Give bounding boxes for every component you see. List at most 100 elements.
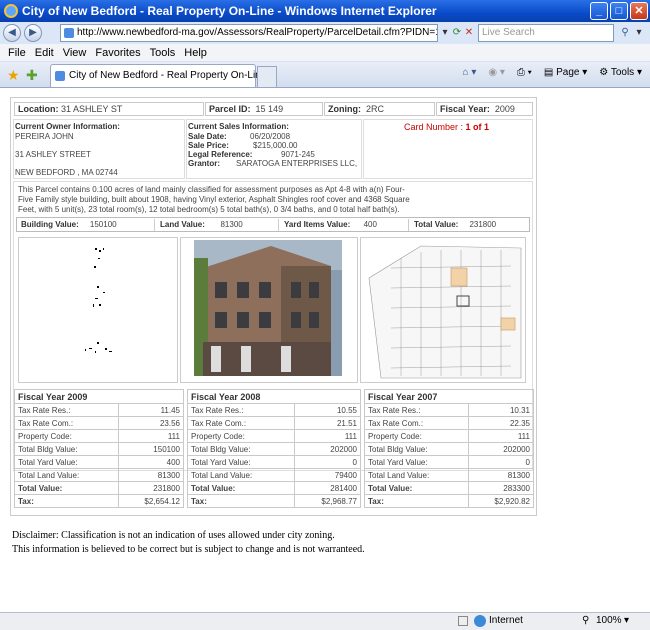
row-value: 111 [468, 429, 534, 443]
zoning-label: Zoning: [328, 104, 361, 114]
search-icon[interactable]: ⚲ [618, 25, 632, 41]
forward-button[interactable]: ▶ [24, 24, 42, 42]
row-value: 283300 [468, 481, 534, 495]
tab-bar: ★ ✚ City of New Bedford - Real Property … [0, 62, 650, 88]
security-icon [458, 616, 468, 626]
zoom-level[interactable]: 100% [596, 615, 622, 626]
address-input[interactable]: http://www.newbedford-ma.gov/Assessors/R… [60, 24, 438, 42]
row-value: 0 [468, 455, 534, 469]
disclaimer-line-1: Disclaimer: Classification is not an ind… [12, 530, 335, 541]
row-value: $2,654.12 [118, 494, 184, 508]
row-value: 22.35 [468, 416, 534, 430]
row-label: Tax Rate Res.: [13, 403, 120, 417]
search-input[interactable]: Live Search [478, 24, 614, 42]
feeds-icon[interactable]: ◉ ▾ [488, 67, 505, 78]
print-icon[interactable]: ⎙ ▾ [517, 67, 532, 78]
close-button[interactable]: ✕ [630, 2, 648, 20]
zoom-dropdown-icon[interactable]: ▾ [624, 615, 629, 626]
card-number-value: 1 of 1 [465, 122, 490, 132]
building-value-cell: Building Value: 150100 [18, 219, 155, 231]
location-label: Location: [18, 104, 59, 114]
menu-bar: File Edit View Favorites Tools Help [0, 44, 650, 62]
row-value: 231800 [118, 481, 184, 495]
maximize-button[interactable]: □ [610, 2, 628, 20]
menu-file[interactable]: File [8, 47, 26, 59]
row-label: Total Land Value: [13, 468, 120, 482]
parcel-map-icon [361, 238, 525, 382]
description-line-1: This Parcel contains 0.100 acres of land… [18, 185, 405, 194]
menu-help[interactable]: Help [184, 47, 207, 59]
stop-icon[interactable]: ✕ [462, 25, 476, 41]
page-menu[interactable]: ▤ Page ▾ [544, 67, 587, 78]
property-photo[interactable] [180, 237, 358, 383]
row-value: 21.51 [293, 416, 361, 430]
menu-view[interactable]: View [63, 47, 87, 59]
owner-city: NEW BEDFORD , MA 02744 [15, 168, 118, 177]
zoning-cell: Zoning: 2RC [324, 102, 435, 116]
row-label: Total Bldg Value: [13, 442, 120, 456]
location-cell: Location: 31 ASHLEY ST [14, 102, 204, 116]
fiscal-year-label: Fiscal Year: [440, 104, 490, 114]
row-value: 79400 [293, 468, 361, 482]
row-label: Total Value: [363, 481, 470, 495]
fiscal-year-table-2007: Fiscal Year 2007 Tax Rate Res.: 10.31 Tax… [363, 389, 534, 508]
window-title: City of New Bedford - Real Property On-L… [22, 4, 437, 18]
menu-edit[interactable]: Edit [35, 47, 54, 59]
globe-icon [474, 615, 486, 627]
row-label: Tax Rate Com.: [13, 416, 120, 430]
menu-tools[interactable]: Tools [150, 47, 176, 59]
fiscal-year-title: Fiscal Year 2007 [364, 389, 534, 404]
home-icon[interactable]: ⌂ ▾ [463, 67, 477, 78]
land-value-cell: Land Value: 81300 [157, 219, 279, 231]
parcel-map-image[interactable] [360, 237, 526, 383]
total-value-label: Total Value: [414, 220, 459, 229]
grantor-value: SARATOGA ENTERPRISES LLC, [236, 159, 358, 168]
search-options-icon[interactable]: ▾ [632, 25, 646, 41]
row-value: 400 [118, 455, 184, 469]
grantor-label: Grantor: [188, 159, 220, 168]
row-label: Total Bldg Value: [187, 442, 295, 456]
row-value: 202000 [293, 442, 361, 456]
fiscal-year-value: 2009 [494, 104, 515, 114]
row-label: Property Code: [187, 429, 295, 443]
fiscal-year-cell: Fiscal Year: 2009 [436, 102, 533, 116]
row-value: 202000 [468, 442, 534, 456]
parcel-id-cell: Parcel ID: 15 149 [205, 102, 323, 116]
row-value: 81300 [118, 468, 184, 482]
row-label: Property Code: [13, 429, 120, 443]
sales-heading: Current Sales Information: [188, 122, 289, 131]
sketch-image[interactable] [18, 237, 178, 383]
total-value-cell: Total Value: 231800 [411, 219, 528, 231]
zoning-value: 2RC [366, 104, 385, 114]
land-value-label: Land Value: [160, 220, 205, 229]
back-button[interactable]: ◀ [3, 24, 21, 42]
row-label: Tax Rate Com.: [187, 416, 295, 430]
add-favorites-icon[interactable]: ✚ [26, 67, 38, 84]
tools-menu[interactable]: ⚙ Tools ▾ [599, 67, 642, 78]
card-number-label: Card Number : [404, 122, 464, 132]
row-label: Total Land Value: [187, 468, 295, 482]
building-value: 150100 [89, 220, 117, 229]
minimize-button[interactable]: _ [590, 2, 608, 20]
land-value: 81300 [220, 220, 243, 229]
row-value: 150100 [118, 442, 184, 456]
row-value: 111 [118, 429, 184, 443]
favorites-star-icon[interactable]: ★ [7, 67, 20, 84]
row-label: Total Bldg Value: [363, 442, 470, 456]
row-value: 11.45 [118, 403, 184, 417]
fiscal-year-table-2009: Fiscal Year 2009 Tax Rate Res.: 11.45 Tax… [13, 389, 184, 508]
zoom-icon[interactable]: ⚲ [582, 615, 589, 626]
tab-active[interactable]: City of New Bedford - Real Property On-L… [50, 64, 266, 87]
description-line-3: Feet, with 5 unit(s), 23 total room(s), … [18, 205, 400, 214]
row-label: Total Land Value: [363, 468, 470, 482]
row-label: Tax Rate Res.: [363, 403, 470, 417]
description-line-2: Five Family style building, built about … [18, 195, 410, 204]
new-tab-button[interactable] [257, 66, 277, 87]
yard-value: 400 [363, 220, 377, 229]
menu-favorites[interactable]: Favorites [95, 47, 140, 59]
yard-value-cell: Yard Items Value: 400 [281, 219, 409, 231]
row-label: Total Yard Value: [363, 455, 470, 469]
building-sketch-icon [85, 248, 112, 353]
page-menu-label: Page [556, 67, 580, 78]
card-number: Card Number : 1 of 1 [404, 122, 489, 132]
